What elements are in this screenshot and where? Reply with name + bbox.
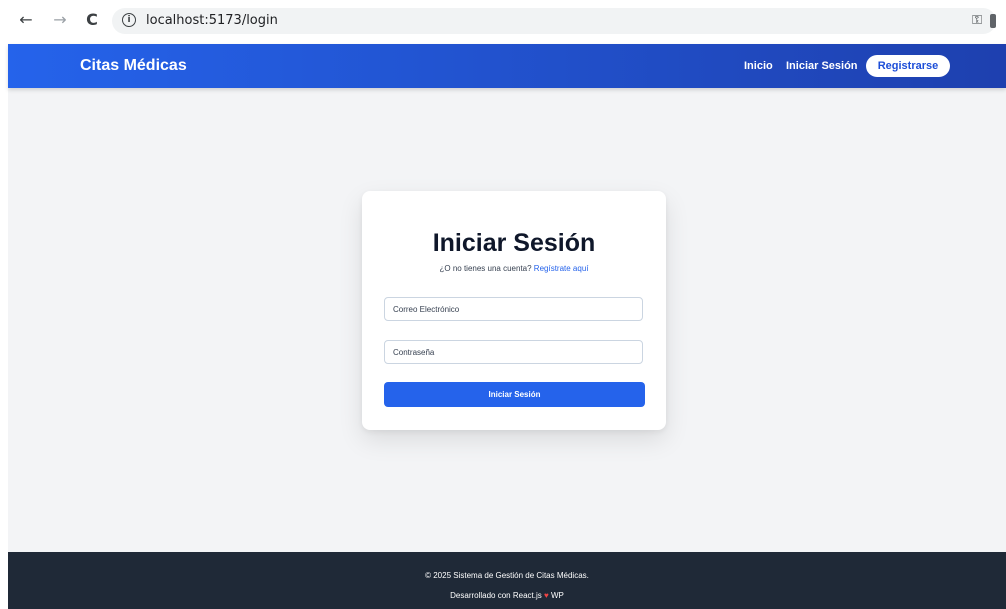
email-field[interactable] [384, 297, 643, 321]
brand-logo[interactable]: Citas Médicas [80, 57, 187, 75]
back-icon[interactable]: ← [16, 10, 36, 30]
credits-prefix: Desarrollado con React.js [450, 591, 542, 600]
page: Citas Médicas Inicio Iniciar Sesión Regi… [8, 44, 1006, 609]
nav-link-iniciar-sesion[interactable]: Iniciar Sesión [786, 60, 858, 72]
signup-prompt-text: ¿O no tienes una cuenta? [439, 264, 532, 273]
login-card: Iniciar Sesión ¿O no tienes una cuenta? … [362, 191, 666, 430]
info-icon[interactable]: i [122, 13, 136, 27]
site-footer: © 2025 Sistema de Gestión de Citas Médic… [8, 552, 1006, 609]
site-header: Citas Médicas Inicio Iniciar Sesión Regi… [8, 44, 1006, 88]
browser-chrome: ← → C i localhost:5173/login ⚿ [0, 0, 1006, 44]
nav-link-inicio[interactable]: Inicio [744, 60, 773, 72]
key-icon[interactable]: ⚿ [972, 13, 982, 28]
login-submit-button[interactable]: Iniciar Sesión [384, 382, 645, 407]
credits-text: Desarrollado con React.js ♥ WP [8, 591, 1006, 600]
forward-icon[interactable]: → [50, 10, 70, 30]
signup-prompt: ¿O no tienes una cuenta? Regístrate aquí [362, 264, 666, 273]
password-field[interactable] [384, 340, 643, 364]
reload-icon[interactable]: C [82, 10, 102, 30]
copyright-text: © 2025 Sistema de Gestión de Citas Médic… [425, 571, 589, 580]
address-bar[interactable]: i localhost:5173/login ⚿ [112, 8, 996, 34]
credits-suffix: WP [550, 591, 564, 600]
page-title: Iniciar Sesión [432, 229, 596, 257]
heart-icon: ♥ [543, 591, 549, 600]
signup-link[interactable]: Regístrate aquí [534, 264, 589, 273]
url-text[interactable]: localhost:5173/login [146, 13, 278, 28]
register-button[interactable]: Registrarse [866, 55, 950, 77]
extension-icon[interactable] [990, 14, 996, 28]
